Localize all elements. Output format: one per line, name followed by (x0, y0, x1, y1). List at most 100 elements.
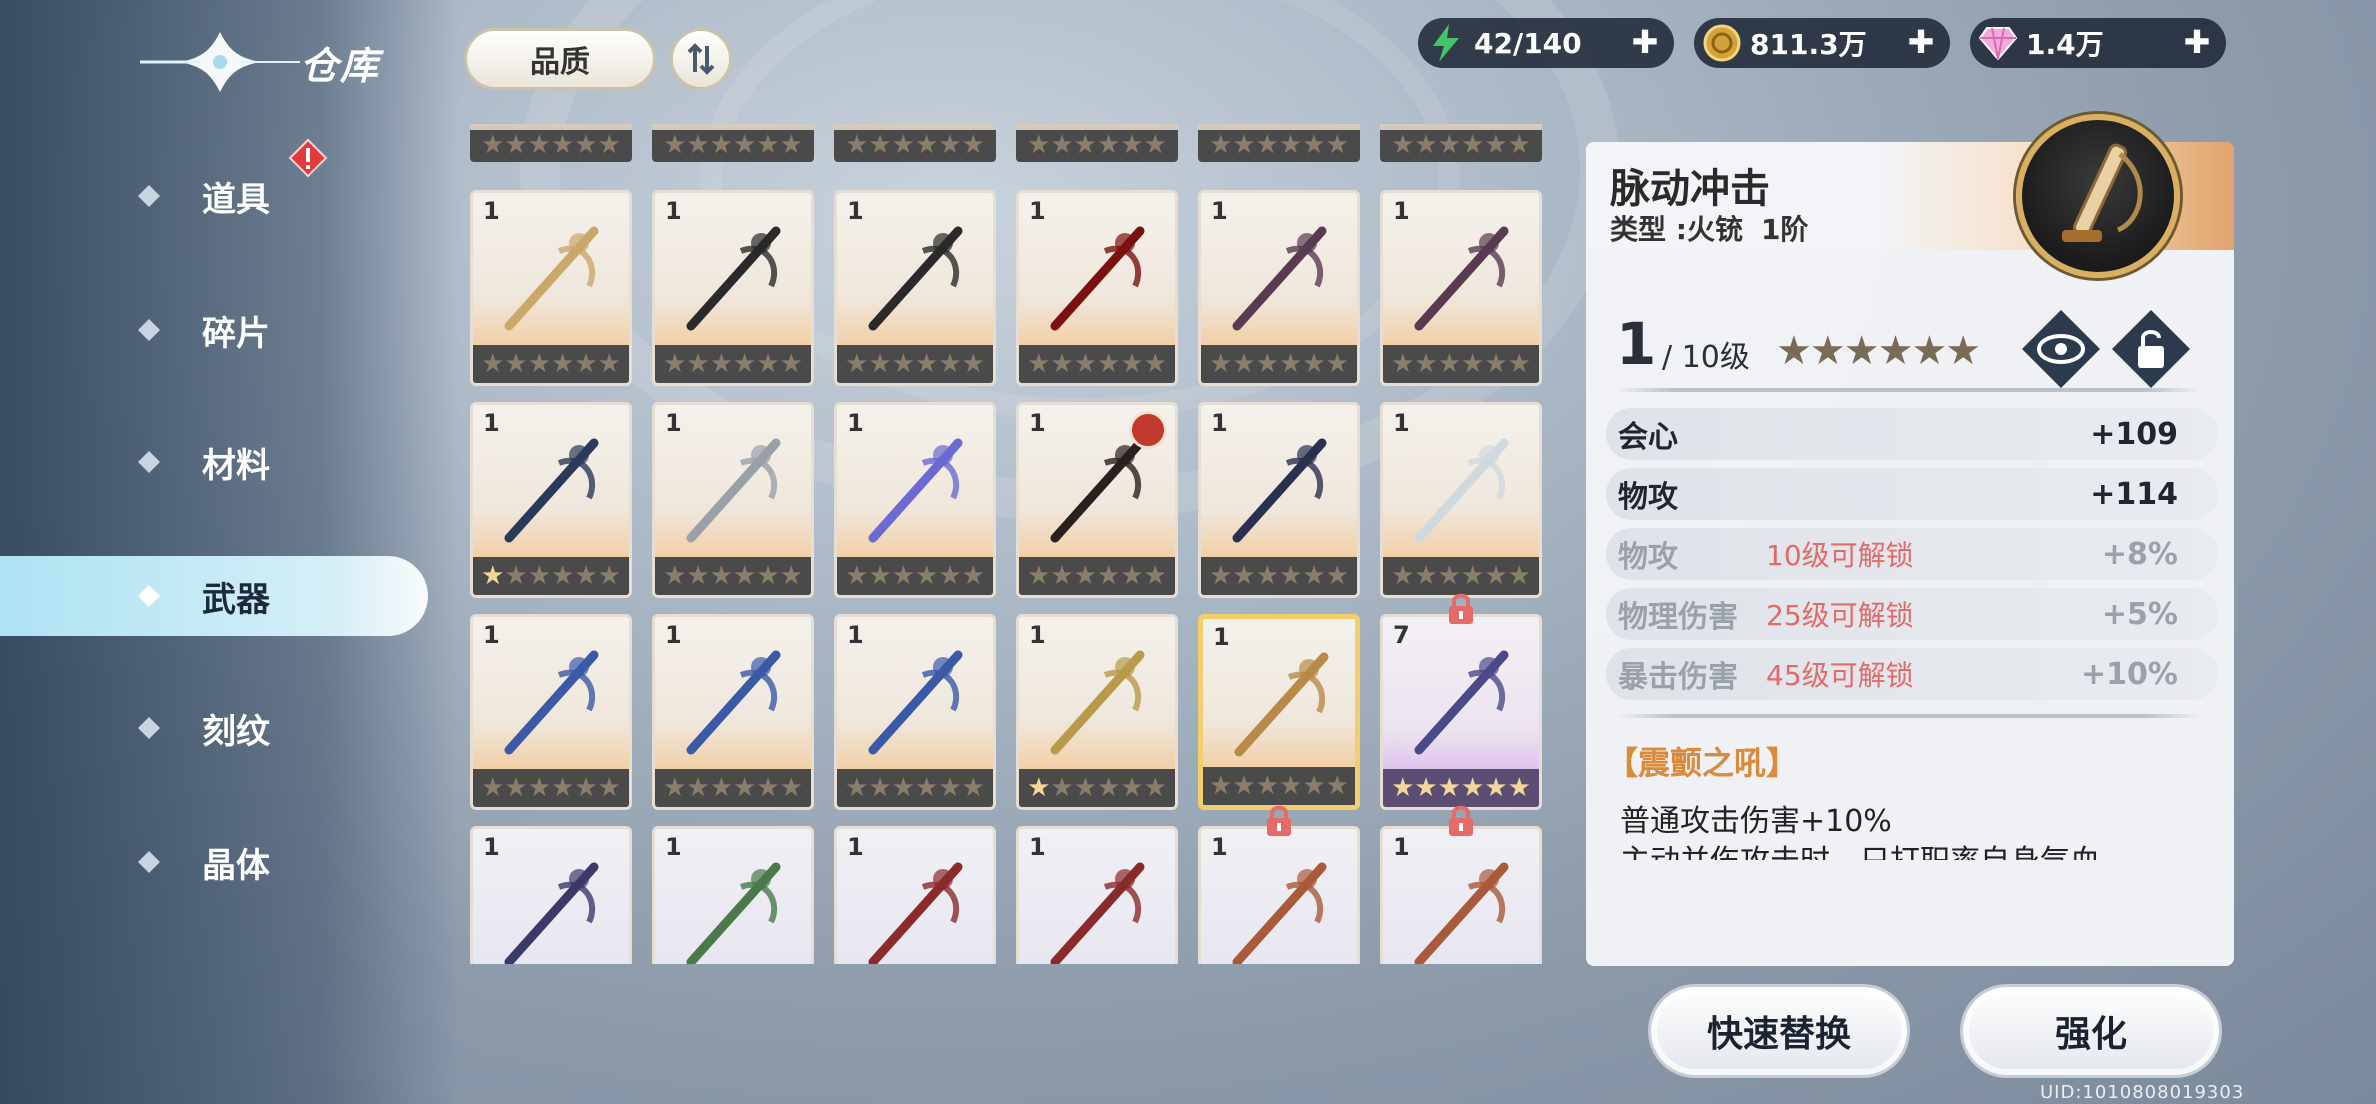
weapon-card[interactable]: 1 (834, 826, 996, 964)
weapon-card[interactable]: 1 (1198, 805, 1360, 964)
sort-quality-button[interactable]: 品质 (464, 28, 656, 90)
sidebar-item-label: 碎片 (202, 313, 270, 354)
stat-row-locked: 暴击伤害 45级可解锁 +10% (1606, 648, 2218, 700)
weapon-card[interactable]: 1 ★ ★ ★ ★ ★ ★ (470, 614, 632, 810)
weapon-card-frame: 1 ★ ★ ★ ★ ★ ★ (834, 614, 996, 810)
sidebar-item-engravings[interactable]: 刻纹 (0, 688, 430, 768)
user-id: UID:1010808019303 (2040, 1082, 2245, 1103)
weapon-card[interactable]: 7 ★ ★ ★ ★ ★ ★ (1380, 593, 1542, 810)
enhance-button[interactable]: 强化 (1960, 984, 2222, 1078)
weapon-level: 1 (1616, 310, 1657, 378)
weapon-card-partial[interactable]: ★★★★★★ (834, 124, 996, 162)
weapon-card-frame: 1 (834, 826, 996, 964)
unlock-padlock-button[interactable] (2110, 308, 2192, 390)
weapon-card-frame: 1 ★ ★ ★ ★ ★ ★ (652, 190, 814, 386)
weapon-card-stars: ★ ★ ★ ★ ★ ★ (1019, 769, 1175, 807)
gauntlet-dark-icon (868, 226, 963, 331)
sort-order-icon (687, 43, 715, 75)
add-stamina-button[interactable]: ✚ (1630, 26, 1660, 58)
weapon-card[interactable]: 1 ★ ★ ★ ★ ★ ★ (1198, 402, 1360, 598)
stat-row-locked: 物理伤害 25级可解锁 +5% (1606, 588, 2218, 640)
axe-icon (1414, 862, 1509, 964)
firearm-weapon-icon (2062, 143, 2143, 242)
weapon-card-stars: ★ ★ ★ ★ ★ ★ (1383, 557, 1539, 595)
weapon-card-stars: ★ ★ ★ ★ ★ ★ (1383, 345, 1539, 383)
stat-name: 物理伤害 (1618, 600, 1738, 635)
resource-stamina: 42/140 ✚ (1418, 18, 1674, 68)
stat-row: 会心 +109 (1606, 408, 2218, 460)
weapon-card-partial[interactable]: ★★★★★★ (1198, 124, 1360, 162)
sidebar-item-weapons[interactable]: 武器 (0, 556, 428, 636)
stat-name: 物攻 (1618, 480, 1678, 515)
sidebar-item-fragments[interactable]: 碎片 (0, 290, 430, 370)
weapon-card-selected: 1 ★ ★ ★ ★ ★ ★ (1198, 614, 1360, 810)
sidebar-item-props[interactable]: 道具 (0, 156, 430, 236)
sort-order-button[interactable] (670, 28, 732, 90)
gauntlet-dark-icon (686, 226, 781, 331)
gold-value: 811.3万 (1750, 28, 1867, 61)
preview-eye-button[interactable] (2020, 308, 2102, 390)
stat-name: 会心 (1618, 420, 1678, 455)
weapon-card-frame: 1 ★ ★ ★ ★ ★ ★ (1198, 402, 1360, 598)
lock-icon (1267, 805, 1291, 836)
weapon-card-frame: 1 (1198, 826, 1360, 964)
page-title-bar: 仓库 (140, 22, 380, 102)
weapon-card[interactable]: 1 ★ ★ ★ ★ ★ ★ (1016, 614, 1178, 810)
weapon-card[interactable]: 1 (652, 826, 814, 964)
weapon-card[interactable]: 1 ★ ★ ★ ★ ★ ★ (1380, 402, 1542, 598)
blade-purple-icon (504, 862, 599, 964)
weapon-card[interactable]: 1 ★ ★ ★ ★ ★ ★ (834, 614, 996, 810)
weapon-card[interactable]: 1 ★ ★ ★ ★ ★ ★ (652, 402, 814, 598)
weapon-card-stars: ★ ★ ★ ★ ★ ★ (837, 345, 993, 383)
weapon-card-stars: ★ ★ ★ ★ ★ ★ (473, 345, 629, 383)
weapon-type-label: 类型 :火铳 (1610, 213, 1743, 246)
weapon-card[interactable]: 1 (1380, 805, 1542, 964)
diamond-bullet-icon (138, 319, 160, 341)
add-diamond-button[interactable]: ✚ (2182, 26, 2212, 58)
bow-blue-icon (868, 650, 963, 755)
weapon-card[interactable]: 1 ★ ★ ★ ★ ★ ★ (1016, 402, 1178, 598)
sidebar-item-crystals[interactable]: 晶体 (0, 822, 430, 902)
weapon-card[interactable]: 1 ★ ★ ★ ★ ★ ★ (834, 402, 996, 598)
page-title: 仓库 (300, 43, 381, 88)
weapon-card[interactable]: 1 ★ ★ ★ ★ ★ ★ (652, 190, 814, 386)
weapon-card-frame: 1 (470, 826, 632, 964)
weapon-card-frame: 1 (652, 826, 814, 964)
weapon-card[interactable]: 1 ★ ★ ★ ★ ★ ★ (1198, 190, 1360, 386)
lock-icon (1449, 593, 1473, 624)
weapon-card[interactable]: 1 (470, 826, 632, 964)
divider (1616, 714, 2202, 718)
weapon-card[interactable]: 1 ★ ★ ★ ★ ★ ★ (470, 190, 632, 386)
diamond-bullet-icon (138, 585, 160, 607)
stat-value: +109 (2090, 416, 2178, 452)
weapon-card-partial[interactable]: ★★★★★★ (1016, 124, 1178, 162)
weapon-card[interactable]: 1 ★ ★ ★ ★ ★ ★ (1380, 190, 1542, 386)
claw-purple-icon (1414, 226, 1509, 331)
stat-value: +8% (2101, 536, 2178, 572)
dagger-red-icon (868, 862, 963, 964)
diamond-bullet-icon (138, 451, 160, 473)
weapon-card-partial[interactable]: ★★★★★★ (1380, 124, 1542, 162)
weapon-card[interactable]: 1 ★ ★ ★ ★ ★ ★ (834, 190, 996, 386)
crossbow-purple-icon (1414, 650, 1509, 755)
weapon-card[interactable]: 1 ★ ★ ★ ★ ★ ★ (1198, 614, 1360, 810)
quick-replace-button[interactable]: 快速替换 (1648, 984, 1910, 1078)
add-gold-button[interactable]: ✚ (1906, 26, 1936, 58)
weapon-card-stars: ★ ★ ★ ★ ★ ★ (1201, 345, 1357, 383)
bow-gold-icon (1050, 650, 1145, 755)
weapon-card-partial[interactable]: ★★★★★★ (470, 124, 632, 162)
weapon-max-level: / 10级 (1662, 340, 1750, 375)
weapon-card-frame: 1 ★ ★ ★ ★ ★ ★ (834, 402, 996, 598)
weapon-card[interactable]: 1 (1016, 826, 1178, 964)
sidebar-item-materials[interactable]: 材料 (0, 422, 430, 502)
weapon-card-frame: 1 ★ ★ ★ ★ ★ ★ (1380, 190, 1542, 386)
weapon-card[interactable]: 1 ★ ★ ★ ★ ★ ★ (652, 614, 814, 810)
weapon-type: 类型 :火铳 1阶 (1610, 208, 1808, 248)
weapon-card-frame: 1 ★ ★ ★ ★ ★ ★ (1198, 190, 1360, 386)
weapon-card-partial[interactable]: ★★★★★★ (652, 124, 814, 162)
weapon-card[interactable]: 1 ★ ★ ★ ★ ★ ★ (470, 402, 632, 598)
stamina-value: 42/140 (1474, 26, 1582, 60)
weapon-card[interactable]: 1 ★ ★ ★ ★ ★ ★ (1016, 190, 1178, 386)
weapon-card-frame: 1 (1016, 826, 1178, 964)
weapon-card-frame: 1 ★ ★ ★ ★ ★ ★ (652, 402, 814, 598)
